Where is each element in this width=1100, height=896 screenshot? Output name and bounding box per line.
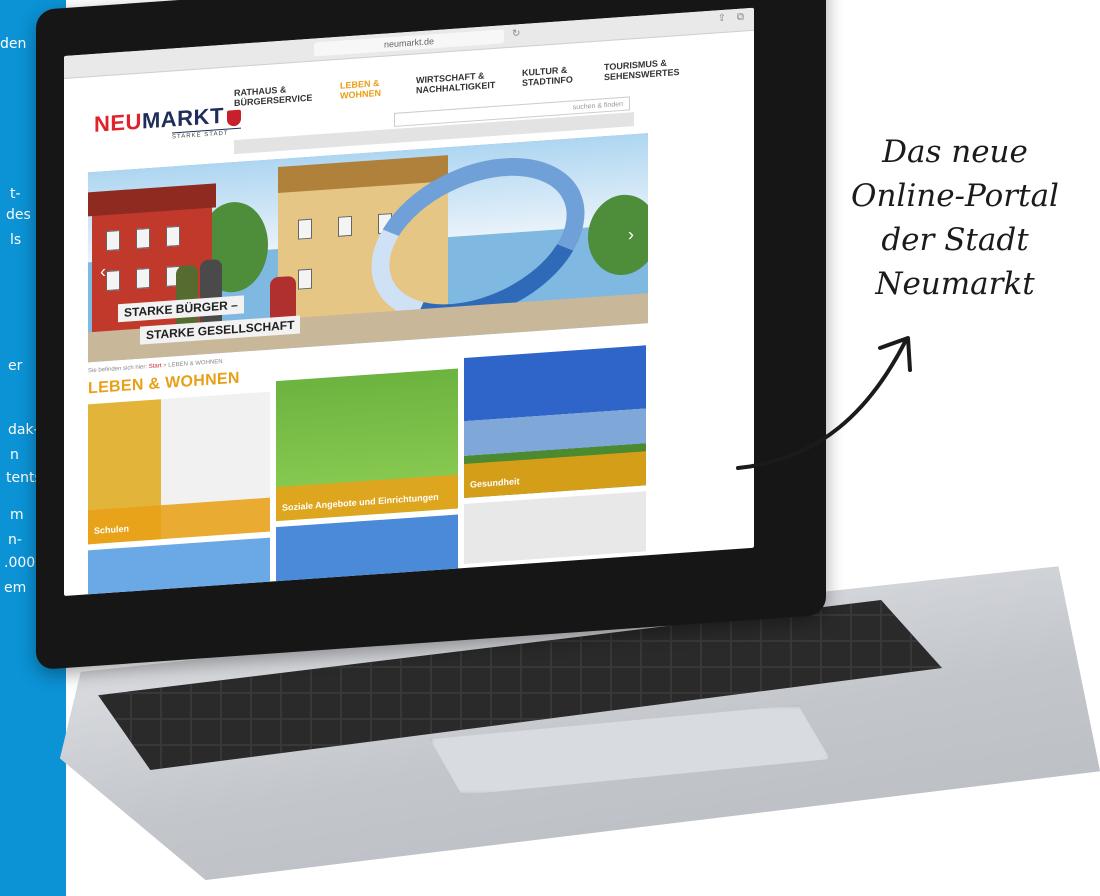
handwritten-note: Das neue Online-Portal der Stadt Neumark… — [820, 130, 1090, 306]
coat-of-arms-icon — [226, 109, 241, 127]
breadcrumb-start-link[interactable]: Start — [149, 363, 162, 370]
note-line-1: Das neue — [882, 134, 1028, 170]
nav-item-wirtschaft[interactable]: WIRTSCHAFT & NACHHALTIGKEIT — [416, 70, 496, 96]
nav-item-tourismus[interactable]: TOURISMUS & SEHENSWERTES — [604, 57, 684, 82]
logo-suffix: MARKT — [141, 102, 224, 134]
nav-item-leben-wohnen[interactable]: LEBEN & WOHNEN — [340, 77, 390, 101]
breadcrumb-current: LEBEN & WOHNEN — [168, 358, 223, 369]
note-line-3: der Stadt — [881, 222, 1029, 258]
reload-icon[interactable]: ↻ — [512, 28, 520, 40]
tile-row2-3[interactable] — [464, 491, 646, 565]
laptop-screen: neumarkt.de ↻ ⇪ ⧉ NEUMARKT STARKE STADT … — [64, 7, 754, 597]
tile-schulen[interactable]: Schulen — [88, 391, 270, 545]
hero-next-icon[interactable]: › — [628, 224, 634, 245]
tabs-icon[interactable]: ⧉ — [737, 11, 744, 22]
section-title: LEBEN & WOHNEN — [88, 369, 240, 398]
tile-soziale-angebote[interactable]: Soziale Angebote und Einrichtungen — [276, 368, 458, 522]
hero-image: ‹ › STARKE BÜRGER – STARKE GESELLSCHAFT — [88, 133, 648, 363]
note-line-2: Online-Portal — [851, 178, 1059, 214]
curved-arrow-icon — [736, 336, 912, 470]
nav-item-kultur[interactable]: KULTUR & STADTINFO — [522, 64, 578, 88]
logo-prefix: NEU — [94, 108, 142, 137]
nav-item-rathaus[interactable]: RATHAUS & BÜRGERSERVICE — [234, 83, 314, 108]
site-logo[interactable]: NEUMARKT STARKE STADT — [94, 102, 241, 146]
hero-prev-icon[interactable]: ‹ — [100, 261, 106, 282]
note-line-4: Neumarkt — [875, 266, 1035, 302]
share-icon[interactable]: ⇪ — [718, 13, 726, 25]
tile-gesundheit[interactable]: Gesundheit — [464, 345, 646, 499]
